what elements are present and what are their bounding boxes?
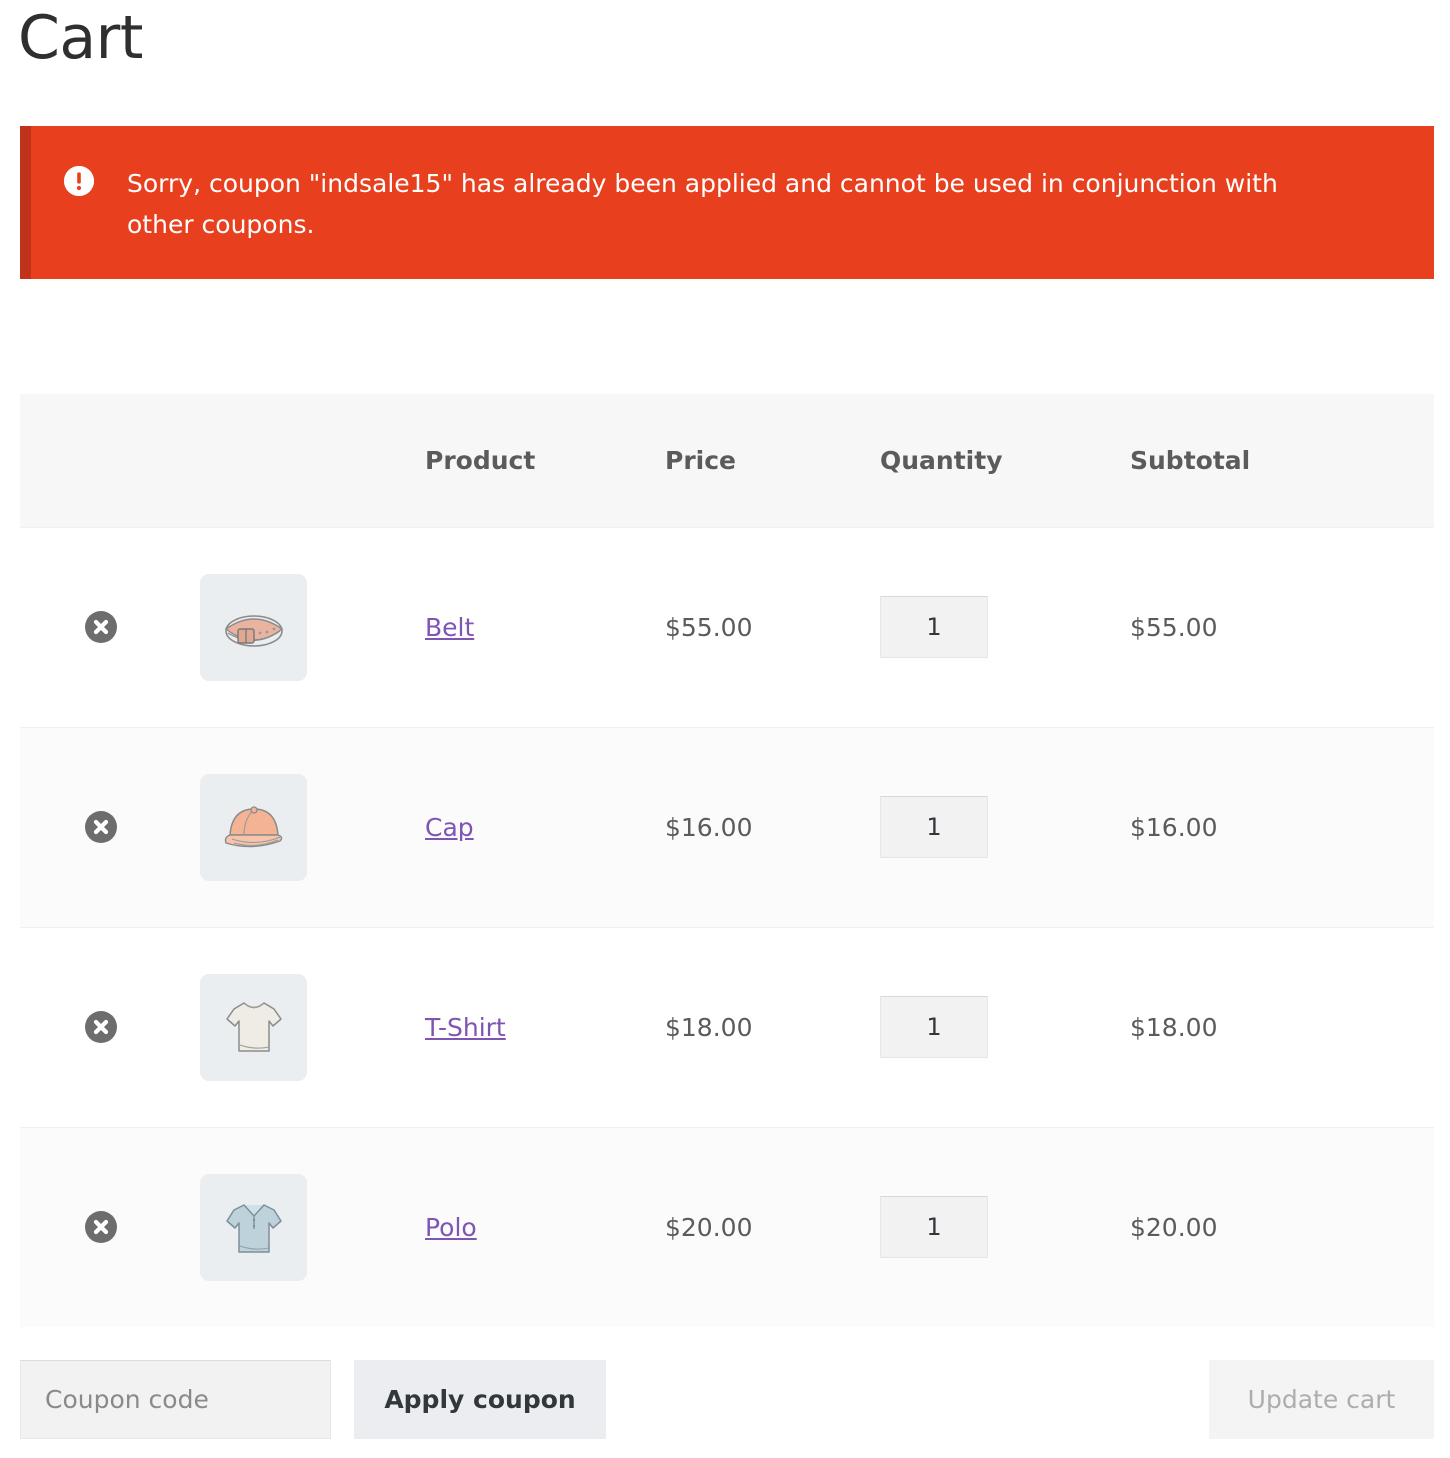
page-title: Cart bbox=[0, 0, 1450, 68]
cell-product-name: Cap bbox=[425, 727, 665, 927]
cell-quantity: 1 bbox=[880, 727, 1130, 927]
belt-thumbnail[interactable] bbox=[200, 574, 307, 681]
table-row: T-Shirt $18.00 1 $18.00 bbox=[20, 927, 1434, 1127]
cell-price: $20.00 bbox=[665, 1127, 880, 1327]
product-link[interactable]: Cap bbox=[425, 813, 474, 842]
notice-message: Sorry, coupon "indsale15" has already be… bbox=[127, 164, 1404, 245]
cart-items-table: Product Price Quantity Subtotal bbox=[20, 394, 1434, 1327]
cell-quantity: 1 bbox=[880, 927, 1130, 1127]
quantity-stepper[interactable]: 1 bbox=[880, 996, 988, 1058]
header-remove bbox=[20, 394, 200, 527]
table-row: Cap $16.00 1 $16.00 bbox=[20, 727, 1434, 927]
header-row: Product Price Quantity Subtotal bbox=[20, 394, 1434, 527]
cell-remove bbox=[20, 1127, 200, 1327]
cell-subtotal: $20.00 bbox=[1130, 1127, 1434, 1327]
cell-thumbnail bbox=[200, 927, 425, 1127]
polo-thumbnail[interactable] bbox=[200, 1174, 307, 1281]
cell-subtotal: $55.00 bbox=[1130, 527, 1434, 727]
cell-thumbnail bbox=[200, 1127, 425, 1327]
cell-quantity: 1 bbox=[880, 1127, 1130, 1327]
header-subtotal: Subtotal bbox=[1130, 394, 1434, 527]
header-price: Price bbox=[665, 394, 880, 527]
cart-page: Cart Sorry, coupon "indsale15" has alrea… bbox=[0, 0, 1450, 1458]
cart-table-body: Belt $55.00 1 $55.00 bbox=[20, 527, 1434, 1327]
remove-item-icon[interactable] bbox=[85, 1011, 117, 1043]
apply-coupon-button[interactable]: Apply coupon bbox=[354, 1360, 606, 1439]
header-product: Product bbox=[425, 394, 665, 527]
header-quantity: Quantity bbox=[880, 394, 1130, 527]
remove-item-icon[interactable] bbox=[85, 811, 117, 843]
cell-thumbnail bbox=[200, 527, 425, 727]
table-row: Polo $20.00 1 $20.00 bbox=[20, 1127, 1434, 1327]
cell-subtotal: $18.00 bbox=[1130, 927, 1434, 1127]
notice-icon-container bbox=[31, 164, 127, 196]
table-row: Belt $55.00 1 $55.00 bbox=[20, 527, 1434, 727]
cell-price: $18.00 bbox=[665, 927, 880, 1127]
cell-remove bbox=[20, 927, 200, 1127]
quantity-stepper[interactable]: 1 bbox=[880, 596, 988, 658]
cell-product-name: T-Shirt bbox=[425, 927, 665, 1127]
cell-product-name: Belt bbox=[425, 527, 665, 727]
product-link[interactable]: Belt bbox=[425, 613, 474, 642]
cell-subtotal: $16.00 bbox=[1130, 727, 1434, 927]
cart-table-header: Product Price Quantity Subtotal bbox=[20, 394, 1434, 527]
remove-item-icon[interactable] bbox=[85, 1211, 117, 1243]
quantity-stepper[interactable]: 1 bbox=[880, 1196, 988, 1258]
tshirt-thumbnail[interactable] bbox=[200, 974, 307, 1081]
product-link[interactable]: Polo bbox=[425, 1213, 477, 1242]
update-cart-button[interactable]: Update cart bbox=[1209, 1360, 1434, 1439]
cell-price: $55.00 bbox=[665, 527, 880, 727]
cell-quantity: 1 bbox=[880, 527, 1130, 727]
quantity-stepper[interactable]: 1 bbox=[880, 796, 988, 858]
product-link[interactable]: T-Shirt bbox=[425, 1013, 506, 1042]
cell-thumbnail bbox=[200, 727, 425, 927]
exclamation-circle-icon bbox=[64, 166, 94, 196]
coupon-code-input[interactable] bbox=[20, 1360, 331, 1439]
error-notice-banner: Sorry, coupon "indsale15" has already be… bbox=[20, 126, 1434, 279]
header-thumbnail bbox=[200, 394, 425, 527]
cell-remove bbox=[20, 527, 200, 727]
cap-thumbnail[interactable] bbox=[200, 774, 307, 881]
remove-item-icon[interactable] bbox=[85, 611, 117, 643]
cart-actions: Apply coupon Update cart bbox=[20, 1360, 1434, 1440]
cell-price: $16.00 bbox=[665, 727, 880, 927]
cell-product-name: Polo bbox=[425, 1127, 665, 1327]
cell-remove bbox=[20, 727, 200, 927]
